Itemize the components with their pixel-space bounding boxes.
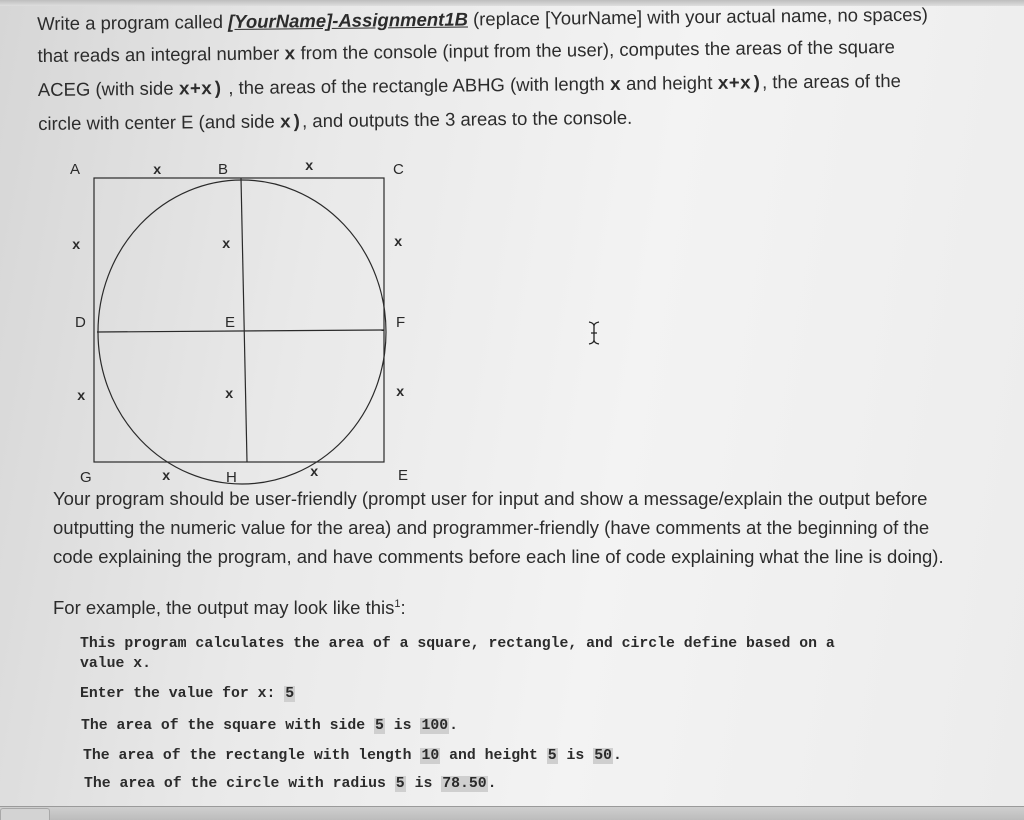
side-label-x: x [162,469,171,485]
text-cursor-icon [586,320,602,346]
side-label-x: x [305,159,314,175]
console-line-circle: The area of the circle with radius 5 is … [84,776,497,792]
assignment-name: [YourName]-Assignment1B [227,8,469,32]
input-value: 5 [284,686,296,702]
side-label-x: x [394,235,403,251]
console-line-prompt: Enter the value for x: 5 [80,686,296,702]
side-label-x: x [222,237,231,253]
label-d: D [75,314,86,331]
label-a: A [70,161,80,178]
side-label-x: x [72,238,81,254]
side-label-x: x [153,163,162,179]
side-label-x: x [310,465,319,481]
console-line-description: This program calculates the area of a sq… [80,636,835,652]
console-line-square: The area of the square with side 5 is 10… [81,718,458,734]
label-c: C [393,161,404,178]
side-label-x: x [225,387,234,403]
console-line-description-cont: value x. [80,656,152,672]
assignment-instructions: Write a program called [YourName]-Assign… [37,0,1008,142]
label-b: B [218,161,228,178]
label-e-center: E [225,314,235,331]
example-intro: For example, the output may look like th… [53,597,406,618]
requirements-paragraph: Your program should be user-friendly (pr… [53,488,944,567]
window-bottom-bar [0,806,1024,820]
geometry-diagram: A B C D E F G H E x x x x x x x x x x [50,150,430,490]
side-label-x: x [77,389,86,405]
side-label-x: x [396,385,405,401]
segment-bh [240,177,248,463]
console-line-rectangle: The area of the rectangle with length 10… [83,748,622,764]
bottom-tab[interactable] [0,808,50,820]
label-e-corner: E [398,467,408,484]
segment-df [96,329,385,333]
label-f: F [396,314,405,331]
